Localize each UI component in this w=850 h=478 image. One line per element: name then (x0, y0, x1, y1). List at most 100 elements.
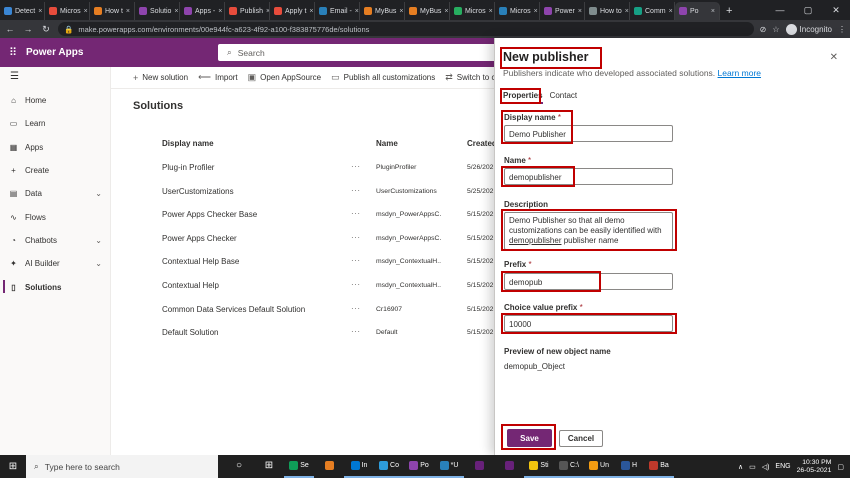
hamburger-icon[interactable]: ☰ (0, 67, 110, 89)
browser-tab[interactable]: Solutio × (135, 2, 180, 20)
solution-display-name[interactable]: Contextual Help Base (162, 257, 342, 266)
edge-icon[interactable]: Se (284, 455, 314, 478)
nav-item-ai-builder[interactable]: ✦ AI Builder ⌄ (0, 252, 110, 275)
command-import[interactable]: ⟵ Import (198, 72, 238, 83)
file-explorer-icon[interactable] (314, 455, 344, 478)
tab-close-icon[interactable]: × (711, 8, 715, 15)
browser-tab[interactable]: MyBus × (360, 2, 405, 20)
close-window-icon[interactable]: ✕ (822, 0, 850, 20)
folder-icon[interactable]: Un (584, 455, 614, 478)
choice-value-prefix-field[interactable]: 10000 (504, 315, 673, 332)
name-field[interactable]: demopublisher (504, 168, 673, 185)
browser-tab[interactable]: How to × (585, 2, 630, 20)
tab-close-icon[interactable]: × (38, 8, 42, 15)
browser-tab[interactable]: How t × (90, 2, 135, 20)
back-icon[interactable]: ← (4, 24, 16, 34)
tab-properties[interactable]: Properties (503, 91, 543, 104)
column-header-created[interactable]: Created (467, 139, 495, 148)
eye-off-icon[interactable]: ⊘ (760, 25, 767, 34)
command-appsource[interactable]: ▣ Open AppSource (248, 72, 321, 83)
app-icon[interactable]: Co (374, 455, 404, 478)
browser-tab[interactable]: Apply t × (270, 2, 315, 20)
more-actions-icon[interactable]: ··· (351, 256, 367, 265)
chrome-icon[interactable]: Po (404, 455, 434, 478)
task-view-icon[interactable]: ⊞ (254, 455, 284, 478)
solution-display-name[interactable]: Contextual Help (162, 281, 342, 290)
tab-close-icon[interactable]: × (84, 8, 88, 15)
more-actions-icon[interactable]: ··· (351, 304, 367, 313)
minimize-icon[interactable]: — (766, 0, 794, 20)
solution-display-name[interactable]: Power Apps Checker Base (162, 210, 342, 219)
prefix-field[interactable]: demopub (504, 273, 673, 290)
table-row[interactable]: Common Data Services Default Solution ···… (111, 299, 494, 322)
nav-item-flows[interactable]: ∿ Flows (0, 205, 110, 228)
browser-tab[interactable]: Micros × (495, 2, 540, 20)
browser-tab[interactable]: Detect × (0, 2, 45, 20)
tab-close-icon[interactable]: × (669, 8, 673, 15)
terminal-icon[interactable]: C:\ (554, 455, 584, 478)
table-row[interactable]: Contextual Help Base ··· msdyn_ContextualH… (111, 251, 494, 274)
forward-icon[interactable]: → (22, 24, 34, 34)
visual-studio-icon[interactable] (464, 455, 494, 478)
browser-tab[interactable]: Comm × (630, 2, 675, 20)
browser-tab[interactable]: Apps - × (180, 2, 225, 20)
tab-close-icon[interactable]: × (625, 8, 629, 15)
browser-tab[interactable]: Email - × (315, 2, 360, 20)
app-icon[interactable]: *U (434, 455, 464, 478)
more-actions-icon[interactable]: ··· (351, 327, 367, 336)
notification-icon[interactable]: ▢ (837, 463, 844, 471)
chevron-down-icon[interactable]: ⌄ (95, 236, 102, 245)
browser-tab[interactable]: Micros × (450, 2, 495, 20)
command-publish[interactable]: ▭ Publish all customizations (331, 72, 435, 83)
cortana-icon[interactable]: ○ (224, 455, 254, 478)
tab-close-icon[interactable]: × (355, 8, 359, 15)
tab-close-icon[interactable]: × (218, 8, 222, 15)
browser-tab[interactable]: Publish × (225, 2, 270, 20)
url-field[interactable]: 🔒 make.powerapps.com/environments/00e944… (58, 22, 754, 36)
word-icon[interactable]: H (614, 455, 644, 478)
nav-item-chatbots[interactable]: ◔ Chatbots ⌄ (0, 229, 110, 252)
tab-close-icon[interactable]: × (399, 8, 403, 15)
display-name-field[interactable]: Demo Publisher (504, 125, 673, 142)
nav-item-solutions[interactable]: ▯ Solutions (0, 275, 110, 298)
close-icon[interactable]: ✕ (830, 52, 838, 63)
star-icon[interactable]: ☆ (772, 25, 779, 34)
network-icon[interactable]: ▭ (749, 463, 756, 471)
sticky-notes-icon[interactable]: Sti (524, 455, 554, 478)
tab-close-icon[interactable]: × (444, 8, 448, 15)
column-header-name[interactable]: Name (376, 139, 441, 148)
tab-close-icon[interactable]: × (489, 8, 493, 15)
nav-item-data[interactable]: ▤ Data ⌄ (0, 182, 110, 205)
tab-close-icon[interactable]: × (534, 8, 538, 15)
tab-close-icon[interactable]: × (309, 8, 313, 15)
more-actions-icon[interactable]: ··· (351, 209, 367, 218)
table-row[interactable]: Power Apps Checker Base ··· msdyn_PowerApp… (111, 204, 494, 227)
chevron-down-icon[interactable]: ⌄ (95, 259, 102, 268)
tab-contact[interactable]: Contact (550, 91, 578, 104)
description-field[interactable]: Demo Publisher so that all demo customiz… (504, 212, 673, 250)
nav-item-learn[interactable]: ▭ Learn (0, 112, 110, 135)
new-tab-button[interactable]: + (720, 2, 738, 20)
table-row[interactable]: UserCustomizations ··· UserCustomizations 5… (111, 181, 494, 204)
menu-icon[interactable]: ⋮ (838, 25, 846, 34)
more-actions-icon[interactable]: ··· (351, 280, 367, 289)
incognito-badge[interactable]: Incognito (785, 23, 832, 35)
table-row[interactable]: Default Solution ··· Default 5/15/202 (111, 322, 494, 345)
search-input[interactable]: ⌕ Search (218, 44, 508, 61)
cancel-button[interactable]: Cancel (559, 430, 603, 447)
tab-close-icon[interactable]: × (578, 8, 582, 15)
browser-tab[interactable]: Power × (540, 2, 585, 20)
table-row[interactable]: Plug-in Profiler ··· PluginProfiler 5/26/20… (111, 157, 494, 180)
command-plus[interactable]: + New solution (133, 73, 188, 83)
volume-icon[interactable]: ◁) (762, 463, 770, 471)
chevron-down-icon[interactable]: ⌄ (95, 189, 102, 198)
taskbar-search-input[interactable]: ⌕ Type here to search (26, 455, 218, 478)
nav-item-apps[interactable]: ▦ Apps (0, 136, 110, 159)
more-actions-icon[interactable]: ··· (351, 186, 367, 195)
nav-item-home[interactable]: ⌂ Home (0, 89, 110, 112)
solution-display-name[interactable]: Plug-in Profiler (162, 163, 342, 172)
outlook-icon[interactable]: In (344, 455, 374, 478)
column-header-display-name[interactable]: Display name (162, 139, 342, 148)
command-switch[interactable]: ⇄Switch to cla (445, 72, 494, 83)
tab-close-icon[interactable]: × (126, 8, 130, 15)
